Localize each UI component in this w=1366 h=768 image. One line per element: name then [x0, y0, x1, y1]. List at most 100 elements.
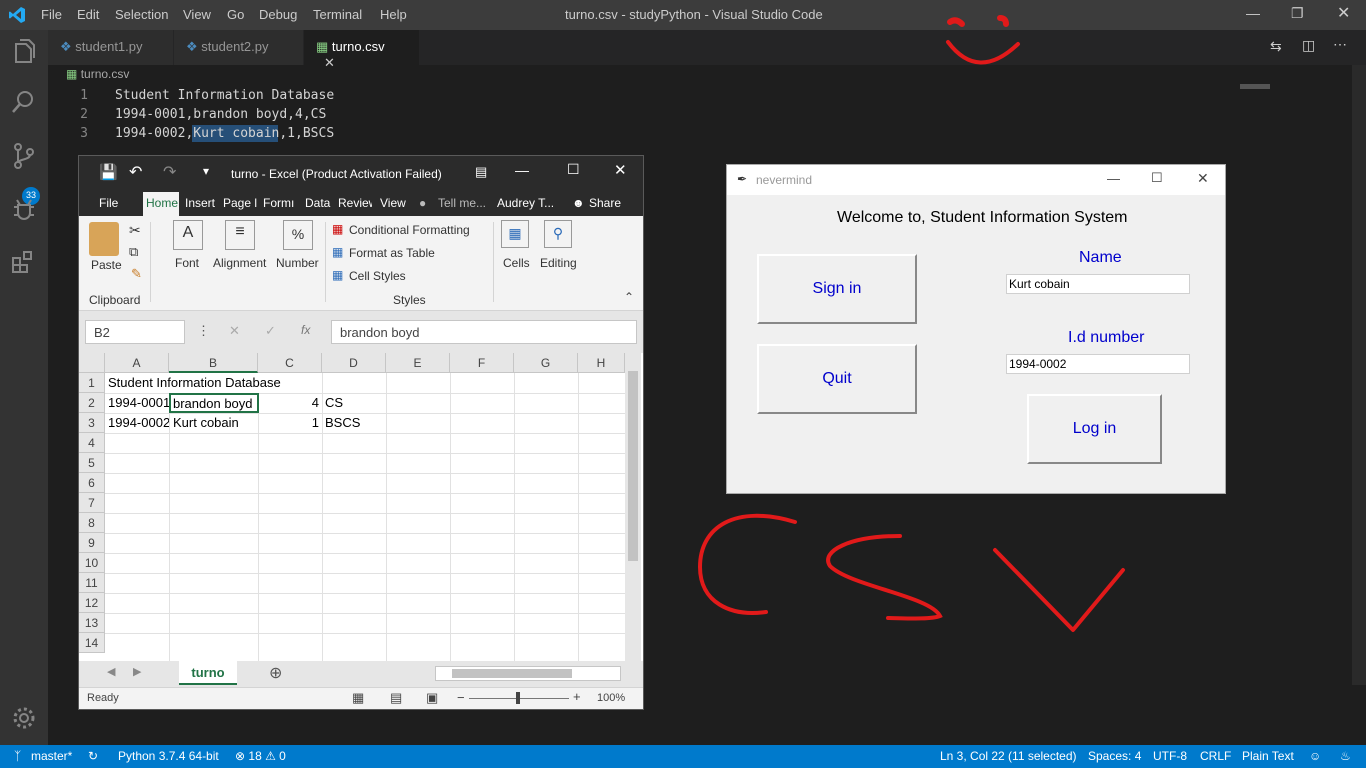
share-button[interactable]: Share — [589, 196, 621, 210]
column-header[interactable]: E — [386, 353, 450, 373]
id-number-field[interactable]: 1994-0002 — [1006, 354, 1190, 374]
column-header[interactable]: H — [578, 353, 625, 373]
tk-minimize-icon[interactable]: — — [1107, 171, 1120, 186]
formula-input[interactable]: brandon boyd — [331, 320, 637, 344]
row-header[interactable]: 14 — [79, 633, 105, 653]
next-sheet-icon[interactable]: ▶ — [133, 665, 141, 678]
indentation[interactable]: Spaces: 4 — [1088, 749, 1141, 763]
scroll-thumb[interactable] — [628, 371, 638, 561]
excel-minimize-icon[interactable]: — — [515, 162, 529, 178]
git-branch[interactable]: master* — [31, 749, 72, 763]
cell-d3[interactable]: BSCS — [323, 413, 362, 433]
column-header[interactable]: F — [450, 353, 514, 373]
sign-in-button[interactable]: Sign in — [757, 254, 917, 324]
row-header[interactable]: 4 — [79, 433, 105, 453]
cell-styles-button[interactable]: Cell Styles — [349, 269, 406, 283]
customize-qat-icon[interactable]: ▾ — [203, 164, 209, 178]
ribbon-display-icon[interactable]: ▤ — [475, 164, 487, 180]
editing-button[interactable]: Editing — [540, 256, 577, 270]
format-as-table-button[interactable]: Format as Table — [349, 246, 435, 260]
row-header[interactable]: 8 — [79, 513, 105, 533]
select-all-corner[interactable] — [79, 353, 105, 373]
column-header[interactable]: B — [169, 353, 258, 373]
python-interpreter[interactable]: Python 3.7.4 64-bit — [118, 749, 219, 763]
alignment-button[interactable]: Alignment — [213, 256, 266, 270]
ribbon-tab-formulas[interactable]: Formı — [263, 196, 295, 210]
row-header[interactable]: 10 — [79, 553, 105, 573]
column-header[interactable]: D — [322, 353, 386, 373]
row-header[interactable]: 9 — [79, 533, 105, 553]
cells-button[interactable]: Cells — [503, 256, 530, 270]
enter-icon[interactable]: ✓ — [265, 323, 276, 339]
ribbon-tab-file[interactable]: File — [99, 196, 118, 210]
number-button[interactable]: Number — [276, 256, 319, 270]
save-icon[interactable]: 💾 — [99, 163, 118, 181]
cell-d2[interactable]: CS — [323, 393, 345, 413]
zoom-in-icon[interactable]: + — [573, 689, 581, 704]
line-ending[interactable]: CRLF — [1200, 749, 1231, 763]
zoom-slider-thumb[interactable] — [516, 692, 520, 704]
file-encoding[interactable]: UTF-8 — [1153, 749, 1187, 763]
cursor-position[interactable]: Ln 3, Col 22 (11 selected) — [940, 749, 1077, 763]
problems-count[interactable]: ⊗ 18 ⚠ 0 — [235, 749, 286, 763]
cell-a1[interactable]: Student Information Database — [106, 373, 283, 393]
column-header[interactable]: C — [258, 353, 322, 373]
cut-icon[interactable]: ✂ — [129, 222, 141, 239]
worksheet-grid[interactable]: A B C D E F G H 1 2 3 4 5 6 7 8 9 10 11 … — [79, 353, 643, 661]
normal-view-icon[interactable]: ▦ — [352, 690, 364, 706]
user-account[interactable]: Audrey T... — [497, 196, 554, 210]
row-header[interactable]: 2 — [79, 393, 105, 413]
font-button[interactable]: Font — [175, 256, 199, 270]
log-in-button[interactable]: Log in — [1027, 394, 1162, 464]
cell-b2[interactable]: brandon boyd — [169, 393, 259, 413]
cancel-icon[interactable]: ✕ — [229, 323, 240, 339]
font-icon[interactable]: A — [173, 220, 203, 250]
excel-close-icon[interactable]: ✕ — [614, 161, 627, 179]
excel-maximize-icon[interactable]: ☐ — [567, 161, 580, 178]
row-header[interactable]: 6 — [79, 473, 105, 493]
number-format-icon[interactable]: % — [283, 220, 313, 250]
undo-icon[interactable]: ↶ — [129, 162, 142, 182]
name-box[interactable]: B2 — [85, 320, 185, 344]
copy-icon[interactable]: ⧉ — [129, 244, 138, 260]
collapse-ribbon-icon[interactable]: ⌃ — [624, 290, 634, 304]
row-header[interactable]: 7 — [79, 493, 105, 513]
row-header[interactable]: 1 — [79, 373, 105, 393]
cell-a2[interactable]: 1994-0001 — [106, 393, 169, 413]
ribbon-tab-review[interactable]: Review — [338, 196, 372, 210]
ribbon-tab-view[interactable]: View — [380, 196, 406, 210]
sync-icon[interactable]: ↻ — [88, 749, 98, 763]
conditional-formatting-button[interactable]: Conditional Formatting — [349, 223, 470, 237]
row-header[interactable]: 5 — [79, 453, 105, 473]
notifications-bell-icon[interactable]: ♨ — [1340, 749, 1351, 763]
tell-me-search[interactable]: Tell me... — [438, 196, 486, 210]
zoom-level[interactable]: 100% — [597, 692, 625, 704]
row-header[interactable]: 3 — [79, 413, 105, 433]
row-header[interactable]: 13 — [79, 613, 105, 633]
add-sheet-icon[interactable]: ⊕ — [269, 663, 282, 683]
cell-b3[interactable]: Kurt cobain — [171, 413, 241, 433]
name-field[interactable]: Kurt cobain — [1006, 274, 1190, 294]
vertical-scrollbar[interactable] — [625, 353, 641, 661]
more-icon[interactable]: ⋮ — [197, 323, 210, 339]
page-layout-view-icon[interactable]: ▤ — [390, 690, 402, 706]
row-header[interactable]: 11 — [79, 573, 105, 593]
column-header[interactable]: A — [105, 353, 169, 373]
page-break-view-icon[interactable]: ▣ — [426, 690, 438, 706]
cell-a3[interactable]: 1994-0002 — [106, 413, 169, 433]
horizontal-scrollbar[interactable] — [435, 666, 621, 681]
tk-maximize-icon[interactable]: ☐ — [1151, 170, 1163, 186]
h-scroll-thumb[interactable] — [452, 669, 572, 678]
cell-c3[interactable]: 1 — [258, 413, 321, 433]
paste-button[interactable]: Paste — [91, 258, 122, 272]
ribbon-tab-data[interactable]: Data — [305, 196, 330, 210]
ribbon-tab-page-layout[interactable]: Page l — [223, 196, 257, 210]
editing-search-icon[interactable]: ⚲ — [544, 220, 572, 248]
insert-function-icon[interactable]: fx — [301, 323, 310, 337]
ribbon-tab-home[interactable]: Home — [143, 192, 179, 216]
quit-button[interactable]: Quit — [757, 344, 917, 414]
cell-c2[interactable]: 4 — [258, 393, 321, 413]
format-painter-icon[interactable]: ✎ — [131, 266, 142, 282]
cells-icon[interactable]: ▦ — [501, 220, 529, 248]
zoom-out-icon[interactable]: − — [457, 690, 465, 705]
